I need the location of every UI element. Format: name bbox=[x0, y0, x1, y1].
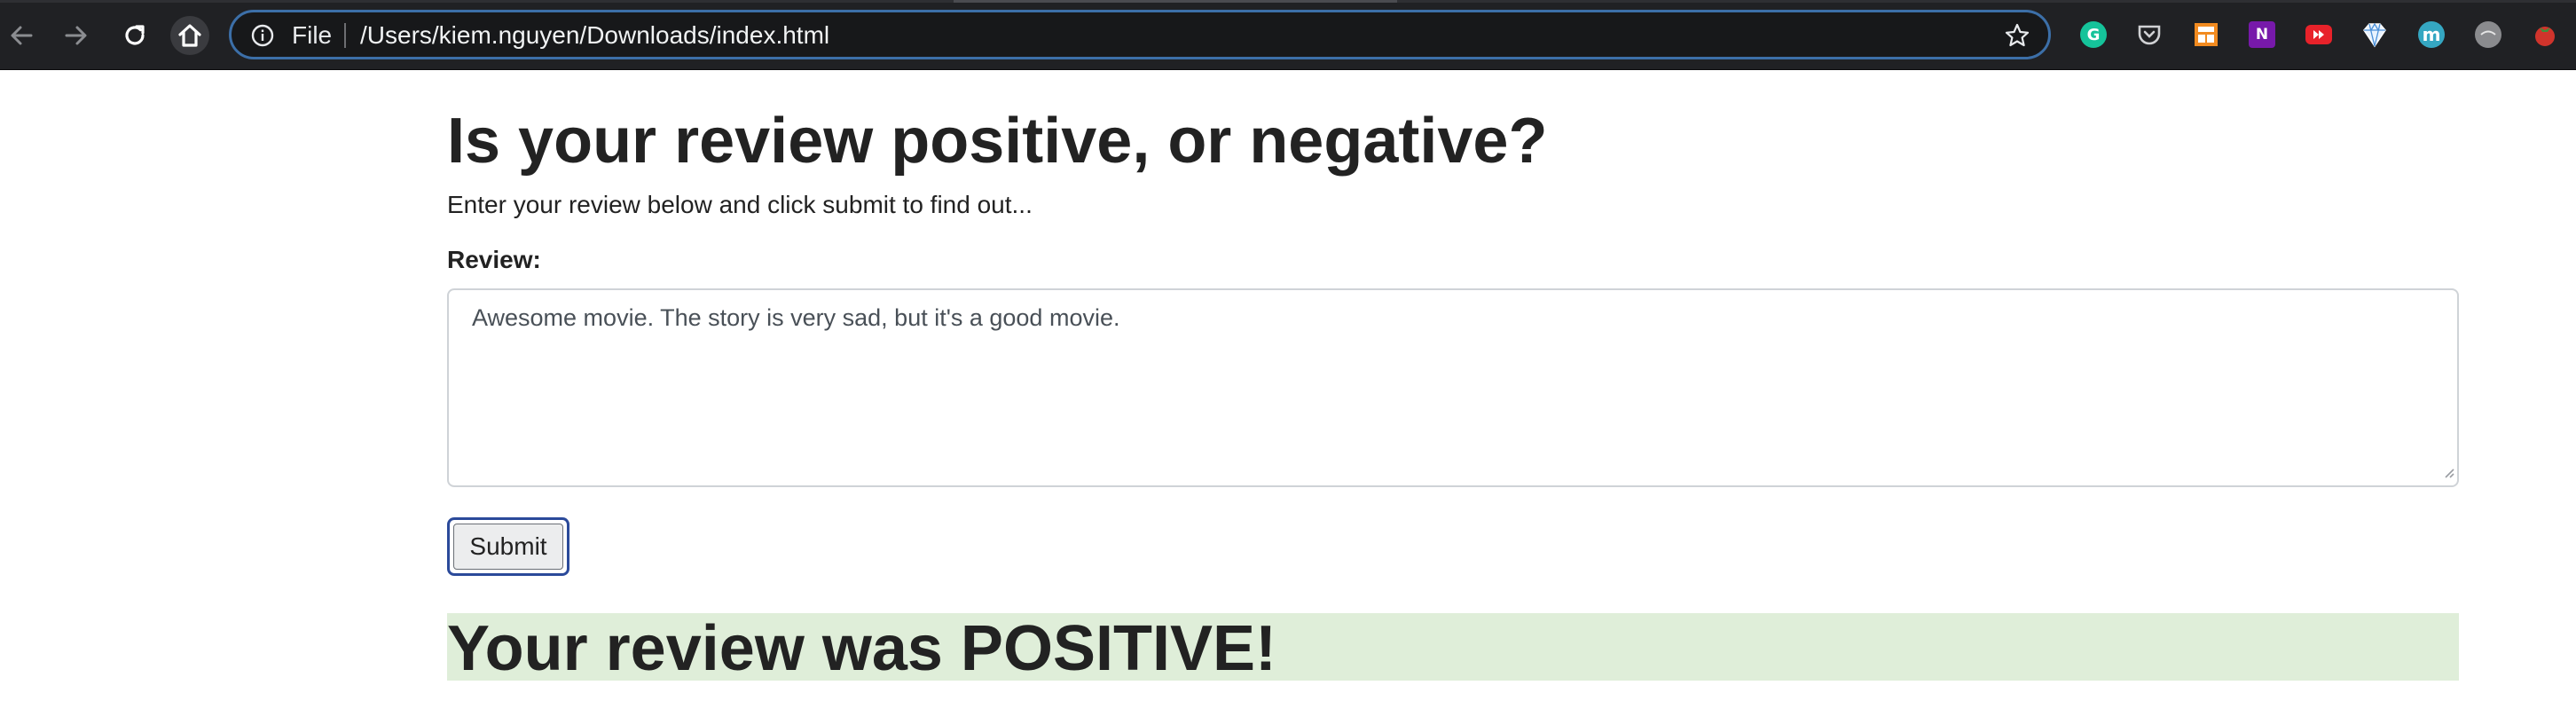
home-icon bbox=[178, 24, 201, 47]
url-scheme-label: File bbox=[292, 21, 333, 49]
forward-arrow-icon bbox=[65, 26, 87, 45]
grey-circle-extension-icon[interactable] bbox=[2473, 20, 2503, 50]
result-text: Your review was POSITIVE! bbox=[447, 613, 1276, 684]
review-label: Review: bbox=[447, 246, 541, 273]
page-content: Is your review positive, or negative? En… bbox=[0, 70, 2576, 701]
back-button[interactable] bbox=[2, 16, 41, 55]
page-subtitle: Enter your review below and click submit… bbox=[447, 191, 1033, 218]
address-separator bbox=[344, 23, 346, 48]
active-tab-indicator bbox=[954, 0, 1397, 3]
layout-extension-icon[interactable] bbox=[2191, 20, 2221, 50]
review-textarea-value[interactable]: Awesome movie. The story is very sad, bu… bbox=[472, 304, 1119, 332]
resize-handle-icon[interactable] bbox=[2440, 464, 2454, 483]
onenote-extension-icon[interactable]: N bbox=[2247, 20, 2277, 50]
url-text[interactable]: /Users/kiem.nguyen/Downloads/index.html bbox=[360, 22, 829, 49]
reload-button[interactable] bbox=[115, 16, 154, 55]
home-button[interactable] bbox=[170, 16, 209, 55]
browser-toolbar: File /Users/kiem.nguyen/Downloads/index.… bbox=[0, 0, 2576, 70]
pocket-extension-icon[interactable] bbox=[2134, 20, 2164, 50]
result-banner: Your review was POSITIVE! bbox=[447, 613, 2459, 684]
back-arrow-icon bbox=[11, 26, 33, 45]
tab-strip bbox=[0, 0, 2576, 3]
address-bar[interactable]: File /Users/kiem.nguyen/Downloads/index.… bbox=[229, 10, 2051, 59]
video-extension-icon[interactable] bbox=[2304, 20, 2334, 50]
submit-button[interactable]: Submit bbox=[447, 517, 569, 576]
info-icon[interactable] bbox=[251, 24, 274, 51]
tomato-extension-icon[interactable] bbox=[2530, 20, 2560, 50]
forward-button[interactable] bbox=[57, 16, 96, 55]
m-extension-icon[interactable]: m bbox=[2416, 20, 2446, 50]
submit-button-label[interactable]: Submit bbox=[453, 524, 563, 570]
review-textarea[interactable]: Awesome movie. The story is very sad, bu… bbox=[447, 288, 2459, 487]
diamond-extension-icon[interactable] bbox=[2360, 20, 2390, 50]
page-title: Is your review positive, or negative? bbox=[447, 106, 1548, 177]
reload-icon bbox=[125, 25, 145, 45]
bookmark-star-icon[interactable] bbox=[2004, 22, 2030, 53]
grammarly-extension-icon[interactable]: G bbox=[2078, 20, 2109, 50]
